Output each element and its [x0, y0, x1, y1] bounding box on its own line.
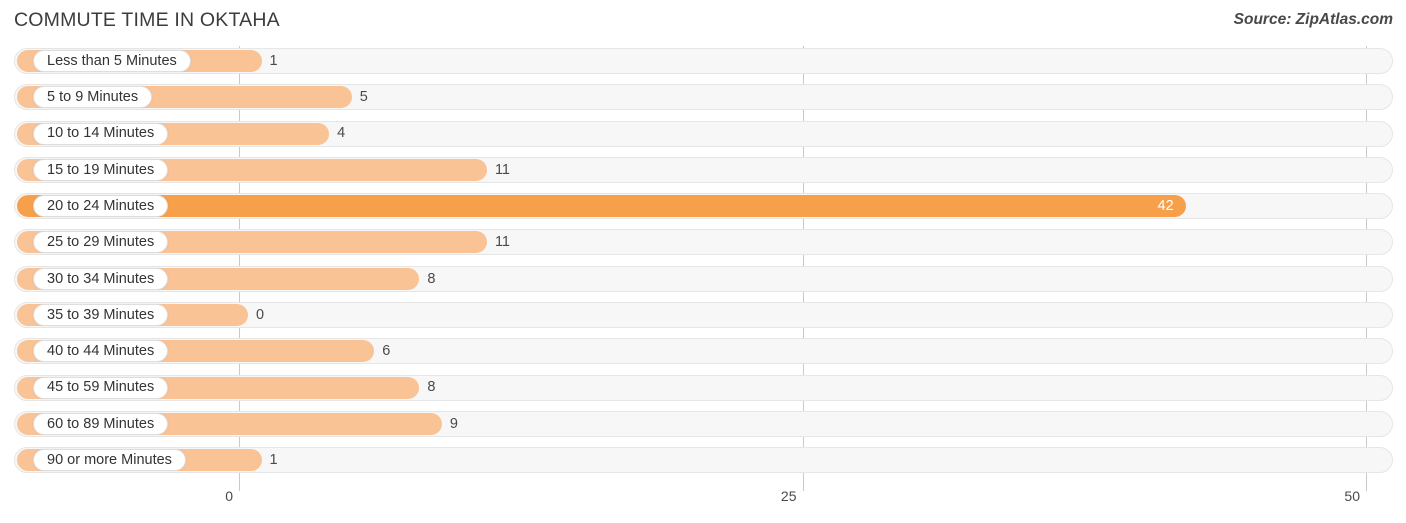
bar-row[interactable]: 90 or more Minutes 1	[0, 445, 1406, 475]
bar-value-label: 4	[337, 125, 346, 142]
bar-row[interactable]: 30 to 34 Minutes 8	[0, 264, 1406, 294]
bar-label-chip: 5 to 9 Minutes	[33, 86, 153, 109]
bar-label-chip: 40 to 44 Minutes	[33, 340, 169, 363]
page-title: COMMUTE TIME IN OKTAHA	[14, 9, 280, 31]
bar-category-label: 45 to 59 Minutes	[47, 379, 155, 396]
bar-label-chip: 90 or more Minutes	[33, 449, 186, 472]
bar-value-label: 42	[1157, 197, 1174, 214]
bar-label-chip: 15 to 19 Minutes	[33, 158, 169, 181]
bar-category-label: 40 to 44 Minutes	[47, 343, 155, 360]
bar-label-chip: 10 to 14 Minutes	[33, 122, 169, 145]
bar-value-label: 5	[359, 89, 368, 106]
source-attribution: Source: ZipAtlas.com	[1233, 11, 1393, 28]
bar-fill	[17, 195, 1186, 218]
x-axis: 0 25 50	[0, 488, 1406, 518]
bar-row[interactable]: 40 to 44 Minutes 6	[0, 336, 1406, 366]
bar-category-label: 30 to 34 Minutes	[47, 270, 155, 287]
bar-label-chip: 30 to 34 Minutes	[33, 267, 169, 290]
bar-category-label: 90 or more Minutes	[47, 452, 172, 469]
bar-row[interactable]: Less than 5 Minutes 1	[0, 46, 1406, 76]
bar-value-label: 11	[494, 234, 510, 251]
bar-value-label: 1	[269, 452, 278, 469]
bar-value-label: 9	[449, 415, 458, 432]
bar-row[interactable]: 5 to 9 Minutes 5	[0, 82, 1406, 112]
bar-label-chip: 35 to 39 Minutes	[33, 304, 169, 327]
bar-row[interactable]: 35 to 39 Minutes 0	[0, 300, 1406, 330]
axis-tick-25: 25	[780, 488, 797, 504]
bar-category-label: 60 to 89 Minutes	[47, 415, 155, 432]
bar-value-label: 8	[427, 379, 436, 396]
chart-plot-area: Less than 5 Minutes 1 5 to 9 Minutes 5 10 to…	[0, 46, 1406, 491]
bar-row[interactable]: 10 to 14 Minutes 4	[0, 119, 1406, 149]
bar-value-label: 6	[382, 343, 391, 360]
bar-label-chip: Less than 5 Minutes	[33, 50, 191, 72]
bar-category-label: 15 to 19 Minutes	[47, 161, 155, 178]
bar-category-label: 25 to 29 Minutes	[47, 234, 155, 251]
bar-value-label: 0	[256, 306, 265, 323]
bar-category-label: 10 to 14 Minutes	[47, 125, 155, 142]
bar-category-label: 5 to 9 Minutes	[47, 89, 139, 106]
bar-value-label: 11	[494, 161, 510, 178]
bar-label-chip: 45 to 59 Minutes	[33, 376, 169, 399]
bar-label-chip: 60 to 89 Minutes	[33, 412, 169, 435]
bar-row[interactable]: 25 to 29 Minutes 11	[0, 227, 1406, 257]
bar-label-chip: 25 to 29 Minutes	[33, 231, 169, 254]
bar-category-label: 20 to 24 Minutes	[47, 197, 155, 214]
bar-value-label: 8	[427, 270, 436, 287]
chart-header: COMMUTE TIME IN OKTAHA Source: ZipAtlas.…	[0, 0, 1406, 44]
bar-value-label: 1	[269, 52, 278, 69]
bar-row[interactable]: 20 to 24 Minutes 42	[0, 191, 1406, 221]
bar-rows: Less than 5 Minutes 1 5 to 9 Minutes 5 10 to…	[0, 46, 1406, 482]
axis-tick-50: 50	[1344, 488, 1360, 504]
bar-row[interactable]: 15 to 19 Minutes 11	[0, 155, 1406, 185]
bar-label-chip: 20 to 24 Minutes	[33, 195, 169, 218]
bar-category-label: 35 to 39 Minutes	[47, 306, 155, 323]
axis-tick-0: 0	[225, 488, 233, 504]
bar-row[interactable]: 60 to 89 Minutes 9	[0, 409, 1406, 439]
bar-category-label: Less than 5 Minutes	[47, 52, 177, 69]
bar-row[interactable]: 45 to 59 Minutes 8	[0, 373, 1406, 403]
